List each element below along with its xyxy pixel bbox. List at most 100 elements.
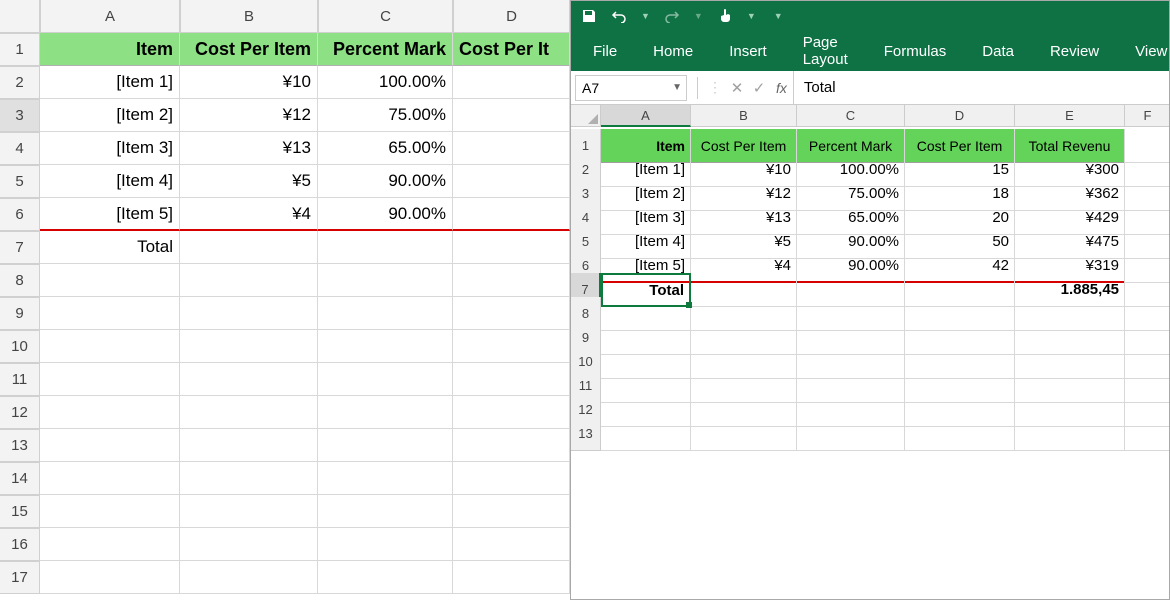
row-header-6[interactable]: 6 — [0, 198, 40, 231]
select-all-corner[interactable] — [0, 0, 40, 33]
cell-C9[interactable] — [318, 297, 453, 330]
row-header-12[interactable]: 12 — [0, 396, 40, 429]
cell-E13[interactable] — [1015, 417, 1125, 451]
row-header-10[interactable]: 10 — [0, 330, 40, 363]
cell-A16[interactable] — [40, 528, 180, 561]
row-header-7[interactable]: 7 — [0, 231, 40, 264]
tab-file[interactable]: File — [589, 35, 621, 68]
cell-A5[interactable]: [Item 4] — [40, 165, 180, 198]
cell-D14[interactable] — [453, 462, 570, 495]
row-header-17[interactable]: 17 — [0, 561, 40, 594]
cell-B11[interactable] — [180, 363, 318, 396]
col-header-A[interactable]: A — [40, 0, 180, 33]
row-header-4[interactable]: 4 — [0, 132, 40, 165]
cell-D17[interactable] — [453, 561, 570, 594]
cell-C3[interactable]: 75.00% — [318, 99, 453, 132]
cancel-icon[interactable]: ✕ — [726, 79, 748, 97]
cell-C7[interactable] — [318, 231, 453, 264]
left-grid[interactable]: A B C D 1 Item Cost Per Item Percent Mar… — [0, 0, 570, 594]
col-header-B[interactable]: B — [180, 0, 318, 33]
cell-B4[interactable]: ¥13 — [180, 132, 318, 165]
cell-B12[interactable] — [180, 396, 318, 429]
select-all-corner[interactable] — [571, 105, 601, 127]
name-box[interactable]: A7 ▼ — [575, 75, 687, 101]
row-header-5[interactable]: 5 — [0, 165, 40, 198]
cell-C2[interactable]: 100.00% — [318, 66, 453, 99]
cell-C15[interactable] — [318, 495, 453, 528]
tab-page-layout[interactable]: Page Layout — [799, 26, 852, 76]
cell-A6[interactable]: [Item 5] — [40, 198, 180, 231]
cell-A2[interactable]: [Item 1] — [40, 66, 180, 99]
col-header-D[interactable]: D — [453, 0, 570, 33]
cell-B2[interactable]: ¥10 — [180, 66, 318, 99]
cell-D12[interactable] — [453, 396, 570, 429]
cell-D10[interactable] — [453, 330, 570, 363]
cell-B3[interactable]: ¥12 — [180, 99, 318, 132]
cell-A10[interactable] — [40, 330, 180, 363]
cell-C17[interactable] — [318, 561, 453, 594]
cell-D8[interactable] — [453, 264, 570, 297]
cell-F13[interactable] — [1125, 417, 1169, 451]
cell-B10[interactable] — [180, 330, 318, 363]
row-header-15[interactable]: 15 — [0, 495, 40, 528]
cell-B13[interactable] — [691, 417, 797, 451]
row-header-14[interactable]: 14 — [0, 462, 40, 495]
redo-icon[interactable] — [664, 8, 680, 24]
cell-A4[interactable]: [Item 3] — [40, 132, 180, 165]
right-grid[interactable]: A B C D E F 1 Item Cost Per Item Percent… — [571, 105, 1169, 441]
cell-A14[interactable] — [40, 462, 180, 495]
col-header-C[interactable]: C — [797, 105, 905, 127]
expand-icon[interactable]: ⋮ — [708, 79, 722, 96]
cell-C14[interactable] — [318, 462, 453, 495]
tab-review[interactable]: Review — [1046, 35, 1103, 68]
cell-C10[interactable] — [318, 330, 453, 363]
cell-B13[interactable] — [180, 429, 318, 462]
qat-customize-icon[interactable]: ▼ — [774, 11, 783, 21]
cell-A3[interactable]: [Item 2] — [40, 99, 180, 132]
row-header-3[interactable]: 3 — [0, 99, 40, 132]
row-header-13[interactable]: 13 — [571, 417, 601, 451]
row-header-13[interactable]: 13 — [0, 429, 40, 462]
header-percent[interactable]: Percent Mark — [318, 33, 453, 66]
touch-dropdown-icon[interactable]: ▼ — [747, 11, 756, 21]
cell-D9[interactable] — [453, 297, 570, 330]
cell-C13[interactable] — [797, 417, 905, 451]
cell-D6[interactable] — [453, 198, 570, 231]
cell-A9[interactable] — [40, 297, 180, 330]
cell-B9[interactable] — [180, 297, 318, 330]
col-header-E[interactable]: E — [1015, 105, 1125, 127]
header-cost[interactable]: Cost Per Item — [180, 33, 318, 66]
row-header-2[interactable]: 2 — [0, 66, 40, 99]
cell-D2[interactable] — [453, 66, 570, 99]
col-header-F[interactable]: F — [1125, 105, 1169, 127]
formula-input[interactable]: Total — [793, 71, 1169, 104]
cell-B16[interactable] — [180, 528, 318, 561]
tab-home[interactable]: Home — [649, 35, 697, 68]
tab-data[interactable]: Data — [978, 35, 1018, 68]
cell-A17[interactable] — [40, 561, 180, 594]
cell-D5[interactable] — [453, 165, 570, 198]
undo-icon[interactable] — [611, 8, 627, 24]
cell-C6[interactable]: 90.00% — [318, 198, 453, 231]
cell-D3[interactable] — [453, 99, 570, 132]
cell-C4[interactable]: 65.00% — [318, 132, 453, 165]
name-box-dropdown-icon[interactable]: ▼ — [672, 82, 682, 93]
cell-B7[interactable] — [180, 231, 318, 264]
header-cost2[interactable]: Cost Per It — [453, 33, 570, 66]
redo-dropdown-icon[interactable]: ▼ — [694, 11, 703, 21]
tab-view[interactable]: View — [1131, 35, 1170, 68]
cell-C12[interactable] — [318, 396, 453, 429]
col-header-D[interactable]: D — [905, 105, 1015, 127]
row-header-16[interactable]: 16 — [0, 528, 40, 561]
cell-C5[interactable]: 90.00% — [318, 165, 453, 198]
cell-D4[interactable] — [453, 132, 570, 165]
cell-C8[interactable] — [318, 264, 453, 297]
cell-C11[interactable] — [318, 363, 453, 396]
cell-C16[interactable] — [318, 528, 453, 561]
cell-C13[interactable] — [318, 429, 453, 462]
cell-B6[interactable]: ¥4 — [180, 198, 318, 231]
row-header-9[interactable]: 9 — [0, 297, 40, 330]
undo-dropdown-icon[interactable]: ▼ — [641, 11, 650, 21]
col-header-B[interactable]: B — [691, 105, 797, 127]
cell-D7[interactable] — [453, 231, 570, 264]
